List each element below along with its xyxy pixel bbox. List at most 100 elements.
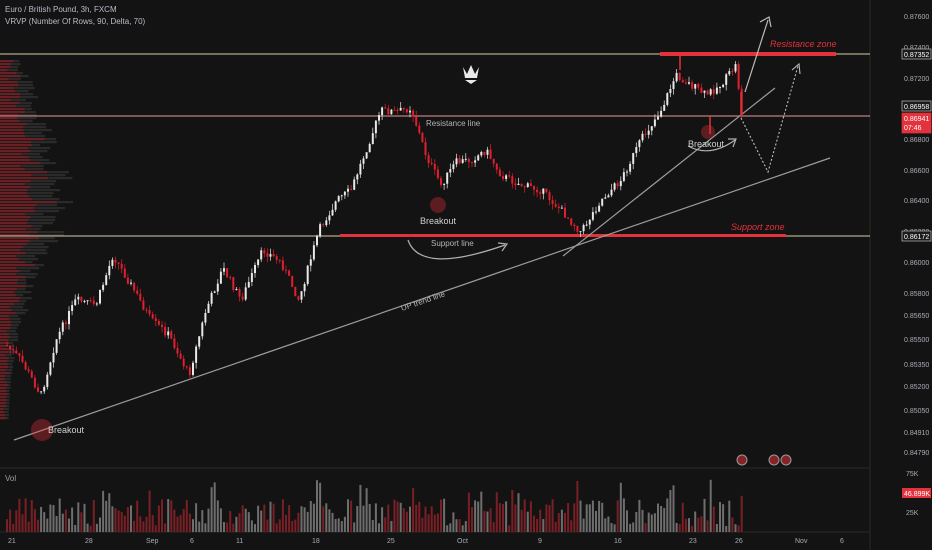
candle-body (319, 224, 322, 237)
profile-bar-red (0, 411, 5, 414)
volume-bar (415, 504, 418, 532)
candle-body (154, 318, 157, 322)
volume-bar (281, 499, 284, 532)
volume-bar (291, 520, 294, 532)
volume-bar (204, 523, 207, 532)
symbol-title[interactable]: Euro / British Pound, 3h, FXCM (5, 5, 117, 14)
volume-bar (260, 510, 263, 532)
volume-bar (495, 492, 498, 532)
breakout-marker (430, 197, 446, 213)
volume-bar (601, 502, 604, 532)
volume-bar (328, 509, 331, 532)
profile-bar-red (0, 402, 6, 405)
price-chart[interactable]: Resistance zone Support zone Resistance … (0, 0, 932, 550)
candle-body (347, 188, 349, 192)
candle-body (660, 110, 663, 117)
candle-body (309, 259, 312, 266)
volume-bar (703, 498, 706, 532)
volume-tick-label: 75K (906, 471, 919, 478)
profile-bar-red (0, 87, 14, 90)
volume-bar (489, 508, 492, 532)
volume-bar (278, 519, 281, 532)
event-icon[interactable] (780, 454, 792, 466)
candle-body (179, 353, 182, 359)
candle-body (533, 186, 535, 190)
profile-bar-red (0, 282, 18, 285)
support-line-label: Support line (431, 239, 474, 248)
volume-bar (666, 498, 669, 532)
profile-bar-red (0, 300, 19, 303)
candle-body (40, 391, 43, 393)
candle-body (508, 175, 511, 177)
volume-bar (681, 502, 684, 532)
candle-body (15, 350, 18, 354)
volume-bar (505, 501, 508, 532)
candle-body (712, 89, 715, 94)
candle-body (443, 183, 446, 185)
volume-bar (471, 507, 473, 532)
volume-bar (46, 518, 49, 532)
profile-bar-red (0, 84, 19, 87)
candle-body (595, 211, 597, 213)
support-zone-bar[interactable] (340, 234, 786, 237)
volume-bar (728, 500, 731, 532)
volume-bar (108, 493, 111, 532)
volume-bar (161, 499, 163, 532)
candle-body (198, 336, 201, 347)
candle-body (505, 175, 508, 179)
candle-body (312, 245, 315, 260)
volume-bar (567, 503, 570, 532)
volume-bar (520, 509, 523, 532)
volume-bar (347, 499, 349, 532)
candle-body (269, 254, 272, 257)
candle-body (68, 311, 70, 325)
candle-body (297, 296, 300, 300)
candle-body (415, 116, 418, 126)
candle-body (545, 188, 548, 193)
indicator-title[interactable]: VRVP (Number Of Rows, 90, Delta, 70) (5, 17, 145, 26)
volume-bar (678, 524, 681, 532)
candle-body (374, 120, 377, 134)
candle-body (232, 277, 235, 290)
volume-bar (582, 518, 585, 532)
candle-body (371, 133, 374, 145)
volume-bar (92, 499, 95, 532)
volume-bar (9, 509, 12, 532)
profile-bar-red (0, 258, 19, 261)
volume-bar (610, 522, 613, 532)
volume-bar (560, 509, 563, 532)
time-tick-label: Sep (146, 538, 159, 545)
candle-body (219, 271, 222, 284)
candle-body (86, 300, 89, 302)
profile-bar-red (0, 192, 27, 195)
profile-bar-red (0, 417, 7, 420)
volume-bar (564, 512, 566, 532)
candle-body (709, 89, 712, 95)
profile-bar-red (0, 96, 20, 99)
event-icon[interactable] (768, 454, 780, 466)
price-tick-label: 0.86800 (904, 137, 929, 144)
candle-body (111, 259, 114, 266)
candle-body (331, 209, 334, 216)
volume-bar (722, 504, 725, 532)
resistance-zone-bar[interactable] (660, 52, 836, 56)
volume-bar (653, 513, 656, 532)
chart-window[interactable]: Resistance zone Support zone Resistance … (0, 0, 932, 550)
profile-bar-red (0, 201, 57, 204)
volume-bar (526, 511, 529, 532)
profile-bar-red (0, 81, 18, 84)
volume-bar (629, 523, 632, 532)
candle-body (570, 218, 573, 225)
candle-body (666, 93, 669, 105)
volume-bar (715, 523, 718, 532)
volume-bar (421, 517, 424, 532)
volume-bar (387, 504, 390, 532)
event-icon[interactable] (736, 454, 748, 466)
volume-bar (133, 520, 136, 532)
volume-bar (80, 512, 83, 532)
candle-body (64, 322, 67, 325)
profile-bar-red (0, 243, 27, 246)
candle-body (182, 358, 185, 367)
volume-bar (241, 505, 244, 532)
candle-body (560, 207, 563, 209)
